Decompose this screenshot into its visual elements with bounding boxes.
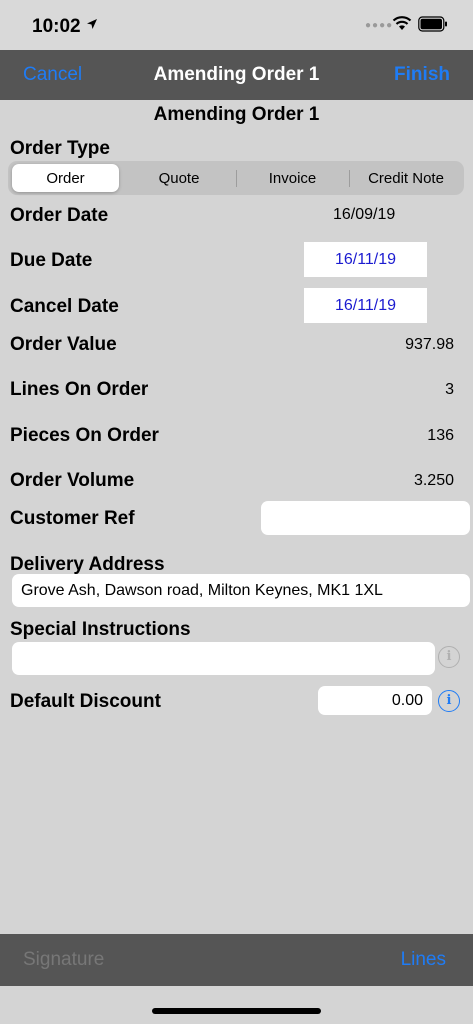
customer-ref-input[interactable] [261,501,470,535]
wifi-icon [392,15,412,36]
signature-button[interactable]: Signature [23,949,104,971]
cancel-date-label: Cancel Date [10,296,119,317]
lines-on-order-value: 3 [445,381,454,398]
special-instructions-input[interactable] [12,642,435,675]
order-date-label: Order Date [10,205,109,226]
page-title: Amending Order 1 [153,104,320,125]
segment-credit-note[interactable]: Credit Note [350,166,462,192]
order-type-label: Order Type [10,138,110,159]
lines-on-order-label: Lines On Order [10,379,149,400]
status-time: 10:02 [32,16,81,37]
pieces-on-order-label: Pieces On Order [10,425,159,446]
order-volume-value: 3.250 [413,472,454,489]
default-discount-value: 0.00 [391,692,423,709]
special-instructions-label: Special Instructions [10,619,191,640]
pieces-on-order-value: 136 [427,427,454,444]
location-arrow-icon [86,17,98,33]
due-date-field[interactable]: 16/11/19 [304,242,427,277]
default-discount-label: Default Discount [10,691,161,712]
delivery-address-field[interactable]: Grove Ash, Dawson road, Milton Keynes, M… [12,574,470,607]
segment-order[interactable]: Order [12,166,119,192]
segment-invoice[interactable]: Invoice [237,166,348,192]
battery-icon [418,16,448,37]
order-date-value: 16/09/19 [333,206,396,223]
cancel-date-field[interactable]: 16/11/19 [304,288,427,323]
due-date-label: Due Date [10,250,93,271]
order-value: 937.98 [405,336,454,353]
order-value-label: Order Value [10,334,117,355]
lines-button[interactable]: Lines [401,949,446,971]
segment-quote[interactable]: Quote [123,166,235,192]
signal-dots-icon: ●●●● [365,20,394,31]
customer-ref-label: Customer Ref [10,508,135,529]
delivery-address-value: Grove Ash, Dawson road, Milton Keynes, M… [21,582,383,599]
default-discount-input[interactable]: 0.00 [318,686,432,715]
order-volume-label: Order Volume [10,470,135,491]
delivery-address-label: Delivery Address [10,554,165,575]
special-instructions-info-icon[interactable]: i [438,646,460,668]
default-discount-info-icon[interactable]: i [438,690,460,712]
home-indicator[interactable] [152,1008,321,1014]
finish-button[interactable]: Finish [394,64,450,86]
